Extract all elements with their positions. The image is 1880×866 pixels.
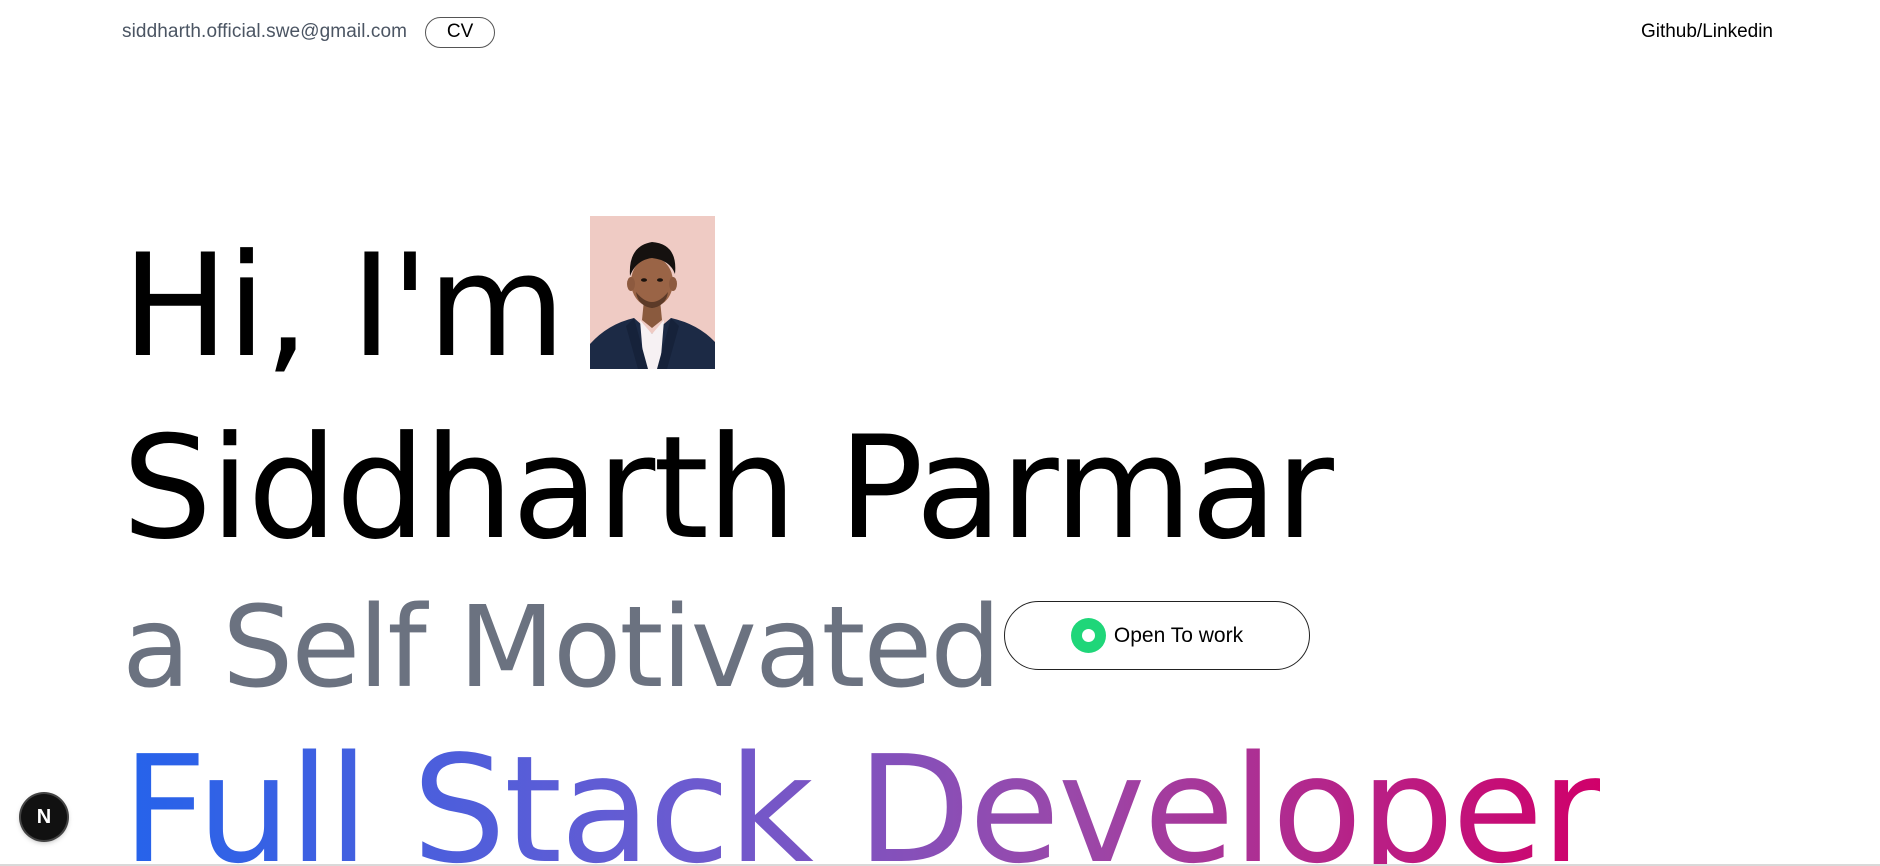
hero-greeting: Hi, I'm [122,224,566,389]
hero-name: Siddharth Parmar [122,406,1334,571]
profile-photo-illustration [590,216,715,369]
open-to-work-badge: Open To work [1004,601,1310,670]
email-link[interactable]: siddharth.official.swe@gmail.com [122,21,407,43]
header-left-group: siddharth.official.swe@gmail.com CV [122,16,496,48]
open-to-work-label: Open To work [1113,623,1244,647]
status-dot-inner [1081,629,1095,642]
profile-photo [590,216,715,369]
hero-role: Full Stack Developer [122,736,1602,866]
portfolio-page: siddharth.official.swe@gmail.com CV Gith… [0,0,1880,866]
nextjs-dev-indicator-button[interactable]: N [21,794,67,840]
github-linkedin-link[interactable]: Github/Linkedin [1641,21,1773,43]
cv-button[interactable]: CV [425,16,496,48]
site-header: siddharth.official.swe@gmail.com CV Gith… [122,14,1773,50]
hero-tagline: a Self Motivated [122,583,1001,713]
status-dot-icon [1070,618,1106,653]
